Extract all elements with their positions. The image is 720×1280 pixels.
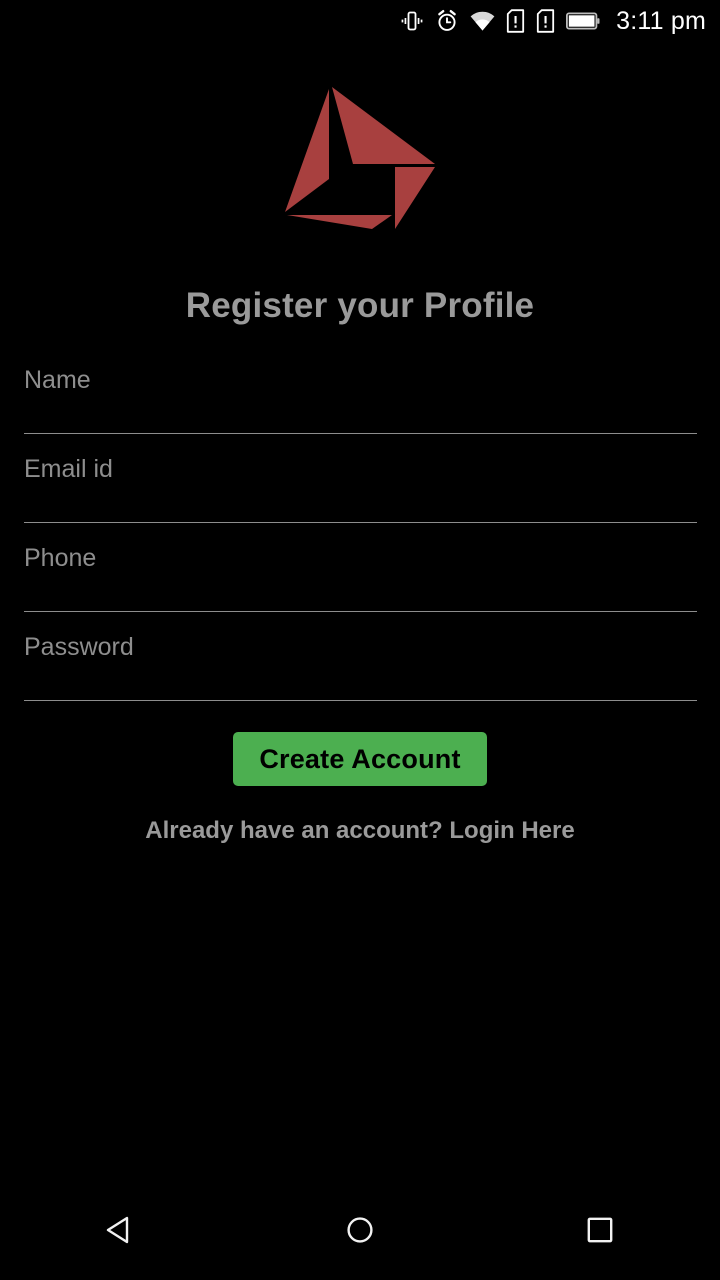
- status-bar-clock: 3:11 pm: [616, 6, 706, 35]
- nav-home-button[interactable]: [305, 1184, 415, 1280]
- name-input[interactable]: [24, 345, 697, 433]
- create-account-button[interactable]: Create Account: [233, 732, 487, 786]
- password-input[interactable]: [24, 612, 697, 700]
- email-field[interactable]: [24, 434, 697, 523]
- wifi-icon: [470, 10, 495, 32]
- status-bar: 3:11 pm: [0, 0, 720, 42]
- login-here-link[interactable]: Already have an account? Login Here: [0, 817, 720, 845]
- recents-square-icon: [583, 1213, 617, 1252]
- password-field[interactable]: [24, 612, 697, 701]
- nav-back-button[interactable]: [65, 1184, 175, 1280]
- email-input[interactable]: [24, 434, 697, 522]
- battery-full-icon: [566, 11, 600, 31]
- nav-recents-button[interactable]: [545, 1184, 655, 1280]
- register-screen: 3:11 pm Register your Profile Name Email…: [0, 0, 720, 1280]
- sim-card-2-alert-icon: [536, 9, 555, 33]
- sim-card-1-alert-icon: [506, 9, 525, 33]
- back-triangle-icon: [103, 1213, 137, 1252]
- page-title: Register your Profile: [185, 286, 535, 325]
- registration-form: [24, 345, 697, 701]
- create-account-row: Create Account: [0, 732, 720, 786]
- phone-input[interactable]: [24, 523, 697, 611]
- name-field[interactable]: [24, 345, 697, 434]
- home-circle-icon: [343, 1213, 377, 1252]
- vibrate-icon: [400, 9, 424, 33]
- android-navigation-bar: [0, 1184, 720, 1280]
- app-logo-pinwheel: [285, 87, 435, 229]
- logo-container: [0, 78, 720, 230]
- alarm-icon: [435, 9, 459, 33]
- phone-field[interactable]: [24, 523, 697, 612]
